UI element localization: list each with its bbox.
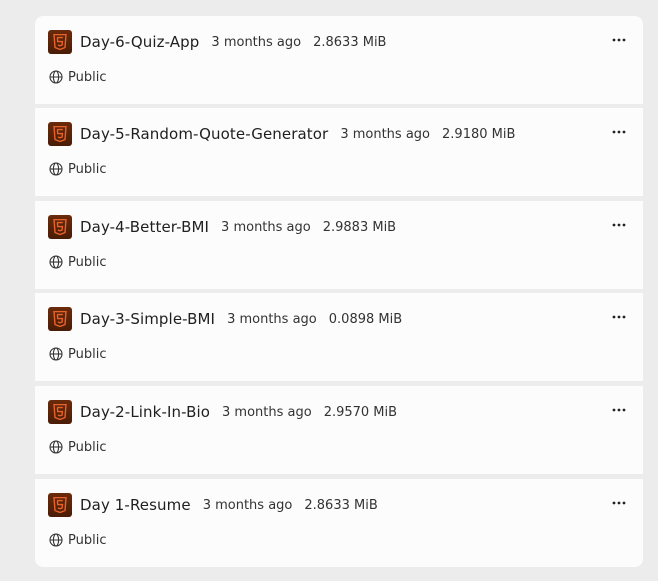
repo-header-row: Day-5-Random-Quote-Generator 3 months ago… [48, 122, 515, 146]
repository-list: Day-6-Quiz-App 3 months ago 2.8633 MiB Publ… [35, 16, 643, 567]
html5-icon [48, 30, 72, 54]
more-horizontal-icon [612, 38, 626, 42]
repo-header-row: Day-3-Simple-BMI 3 months ago 0.0898 MiB [48, 307, 402, 331]
repo-name-link[interactable]: Day-2-Link-In-Bio [80, 403, 210, 421]
globe-icon [49, 255, 63, 269]
repo-visibility-row: Public [49, 253, 106, 271]
repo-visibility-row: Public [49, 160, 106, 178]
more-horizontal-icon [612, 315, 626, 319]
repo-item[interactable]: Day-2-Link-In-Bio 3 months ago 2.9570 MiB P… [35, 386, 643, 474]
repo-size: 2.9883 MiB [322, 219, 397, 235]
repo-header-row: Day 1-Resume 3 months ago 2.8633 MiB [48, 493, 378, 517]
repo-visibility: Public [68, 69, 107, 85]
repo-header-row: Day-6-Quiz-App 3 months ago 2.8633 MiB [48, 30, 386, 54]
repo-name-link[interactable]: Day-6-Quiz-App [80, 33, 199, 51]
globe-icon [49, 70, 63, 84]
repo-visibility: Public [68, 439, 107, 455]
repo-updated-time: 3 months ago [202, 497, 293, 513]
more-horizontal-icon [612, 501, 626, 505]
repo-updated-time: 3 months ago [227, 311, 317, 327]
more-options-button[interactable] [611, 32, 627, 48]
globe-icon [49, 533, 63, 547]
html5-icon [48, 493, 72, 517]
repo-item[interactable]: Day 1-Resume 3 months ago 2.8633 MiB Public [35, 479, 643, 567]
repo-updated-time: 3 months ago [211, 34, 302, 50]
repo-item[interactable]: Day-6-Quiz-App 3 months ago 2.8633 MiB Publ… [35, 16, 643, 104]
more-options-button[interactable] [611, 217, 627, 233]
repo-header-row: Day-4-Better-BMI 3 months ago 2.9883 MiB [48, 215, 396, 239]
repo-visibility: Public [68, 161, 107, 177]
repo-size: 0.0898 MiB [328, 311, 403, 327]
globe-icon [49, 162, 63, 176]
repo-visibility: Public [68, 346, 107, 362]
repo-size: 2.8633 MiB [304, 497, 378, 513]
more-horizontal-icon [612, 223, 626, 227]
more-options-button[interactable] [611, 402, 627, 418]
html5-icon [48, 215, 72, 239]
html5-icon [48, 122, 72, 146]
repo-size: 2.9570 MiB [323, 404, 398, 420]
repo-updated-time: 3 months ago [221, 219, 311, 235]
repo-name-link[interactable]: Day-3-Simple-BMI [80, 310, 215, 328]
repo-visibility-row: Public [49, 345, 106, 363]
repo-visibility: Public [68, 254, 107, 270]
repo-visibility: Public [68, 532, 107, 548]
globe-icon [49, 440, 63, 454]
more-horizontal-icon [612, 130, 626, 134]
repo-name-link[interactable]: Day 1-Resume [80, 496, 191, 514]
repo-visibility-row: Public [49, 438, 106, 456]
more-options-button[interactable] [611, 495, 627, 511]
repo-updated-time: 3 months ago [340, 126, 431, 142]
repo-name-link[interactable]: Day-4-Better-BMI [80, 218, 209, 236]
html5-icon [48, 400, 72, 424]
globe-icon [49, 347, 63, 361]
more-horizontal-icon [612, 408, 626, 412]
repo-name-link[interactable]: Day-5-Random-Quote-Generator [80, 125, 328, 143]
html5-icon [48, 307, 72, 331]
repo-size: 2.8633 MiB [313, 34, 387, 50]
repo-size: 2.9180 MiB [442, 126, 516, 142]
repo-visibility-row: Public [49, 531, 106, 549]
repo-item[interactable]: Day-4-Better-BMI 3 months ago 2.9883 MiB Pu… [35, 201, 643, 289]
repo-item[interactable]: Day-3-Simple-BMI 3 months ago 0.0898 MiB Pu… [35, 293, 643, 381]
more-options-button[interactable] [611, 309, 627, 325]
repo-item[interactable]: Day-5-Random-Quote-Generator 3 months ago… [35, 108, 643, 196]
repo-updated-time: 3 months ago [222, 404, 312, 420]
more-options-button[interactable] [611, 124, 627, 140]
repo-header-row: Day-2-Link-In-Bio 3 months ago 2.9570 MiB [48, 400, 397, 424]
repo-visibility-row: Public [49, 68, 106, 86]
